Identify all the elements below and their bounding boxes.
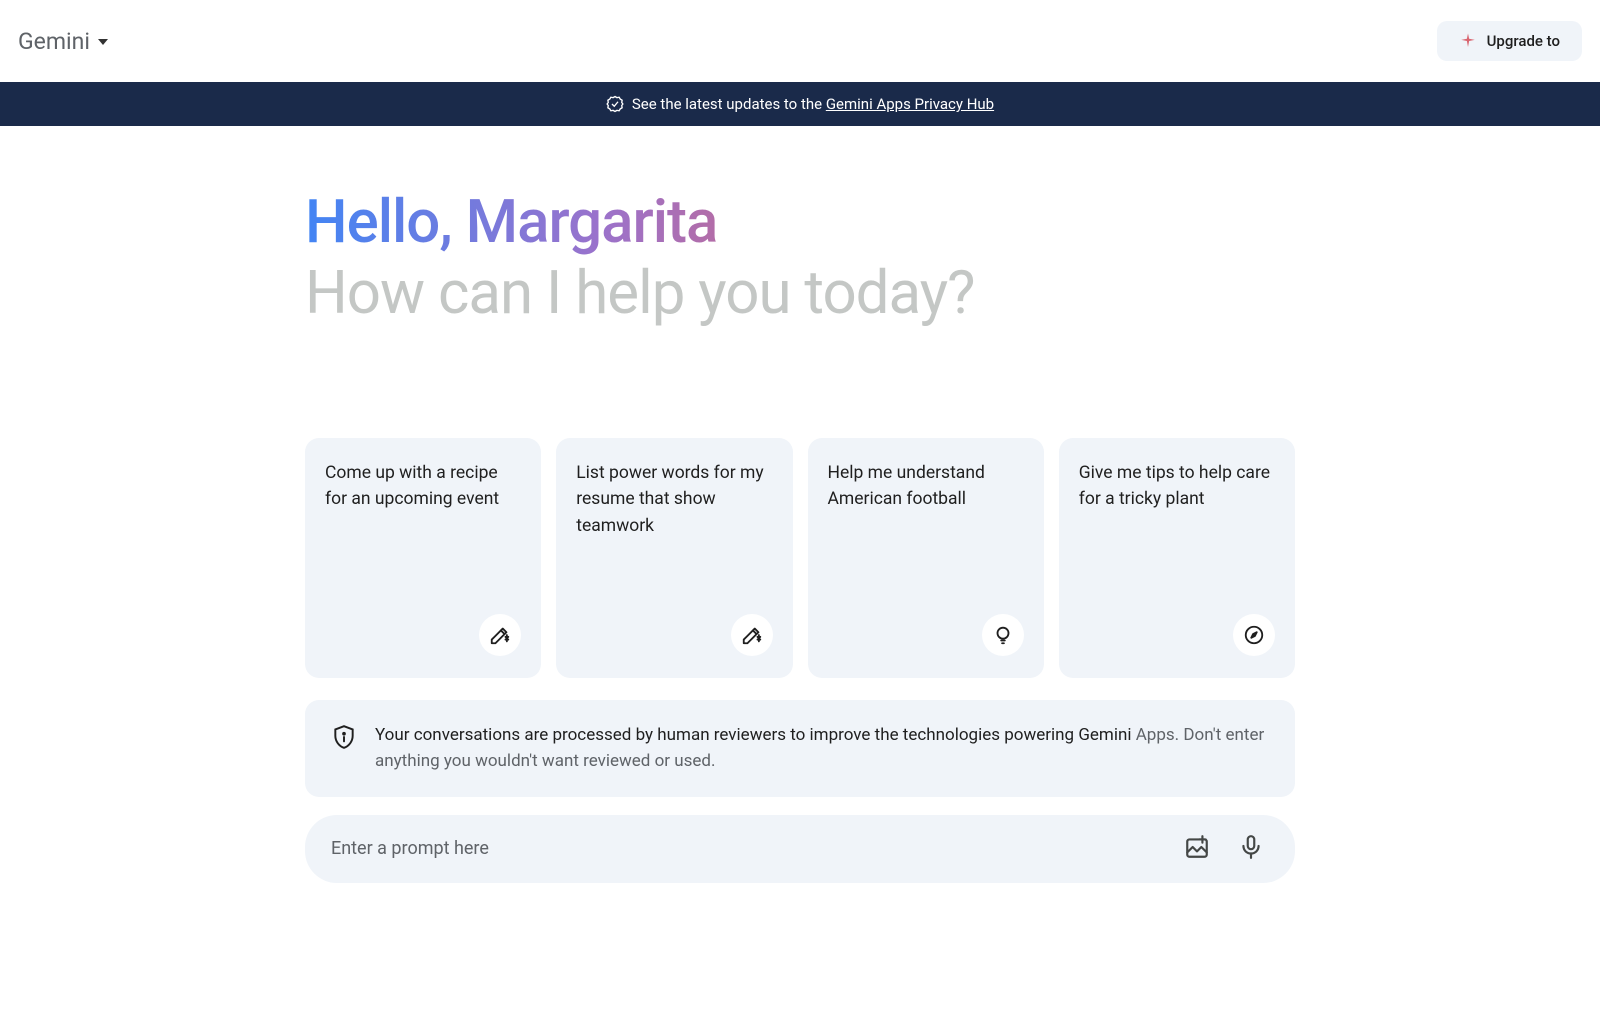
image-add-icon — [1184, 834, 1210, 864]
notice-prefix: See the latest updates to the — [632, 95, 826, 113]
info-banner: Your conversations are processed by huma… — [305, 700, 1295, 797]
suggestion-text: Help me understand American football — [828, 460, 1024, 513]
upgrade-label: Upgrade to — [1487, 32, 1560, 50]
add-image-button[interactable] — [1179, 829, 1215, 869]
microphone-icon — [1238, 834, 1264, 864]
suggestion-card[interactable]: List power words for my resume that show… — [556, 438, 792, 678]
suggestion-card[interactable]: Help me understand American football — [808, 438, 1044, 678]
main-content: Hello, Margarita How can I help you toda… — [295, 126, 1305, 883]
draw-icon — [731, 614, 773, 656]
header: Gemini Upgrade to — [0, 0, 1600, 82]
suggestion-card[interactable]: Give me tips to help care for a tricky p… — [1059, 438, 1295, 678]
prompt-bar — [305, 815, 1295, 883]
prompt-input[interactable] — [331, 838, 1179, 859]
notice-bar: See the latest updates to the Gemini App… — [0, 82, 1600, 126]
shield-info-icon — [331, 724, 357, 754]
microphone-button[interactable] — [1233, 829, 1269, 869]
subgreeting: How can I help you today? — [305, 257, 1295, 328]
brand-name: Gemini — [18, 28, 90, 55]
suggestions: Come up with a recipe for an upcoming ev… — [305, 438, 1295, 678]
verified-icon — [606, 95, 624, 113]
info-text: Your conversations are processed by huma… — [375, 722, 1269, 775]
prompt-actions — [1179, 829, 1269, 869]
suggestion-card[interactable]: Come up with a recipe for an upcoming ev… — [305, 438, 541, 678]
info-line1: Your conversations are processed by huma… — [375, 725, 1131, 745]
notice-link[interactable]: Gemini Apps Privacy Hub — [826, 95, 994, 113]
upgrade-button[interactable]: Upgrade to — [1437, 21, 1582, 61]
chevron-down-icon — [98, 39, 108, 45]
compass-icon — [1233, 614, 1275, 656]
greeting: Hello, Margarita — [305, 186, 1295, 257]
suggestion-text: Come up with a recipe for an upcoming ev… — [325, 460, 521, 513]
brand-selector[interactable]: Gemini — [18, 28, 108, 55]
suggestion-text: List power words for my resume that show… — [576, 460, 772, 539]
suggestion-text: Give me tips to help care for a tricky p… — [1079, 460, 1275, 513]
bulb-icon — [982, 614, 1024, 656]
notice-text: See the latest updates to the Gemini App… — [632, 95, 994, 113]
draw-icon — [479, 614, 521, 656]
sparkle-icon — [1459, 32, 1477, 50]
